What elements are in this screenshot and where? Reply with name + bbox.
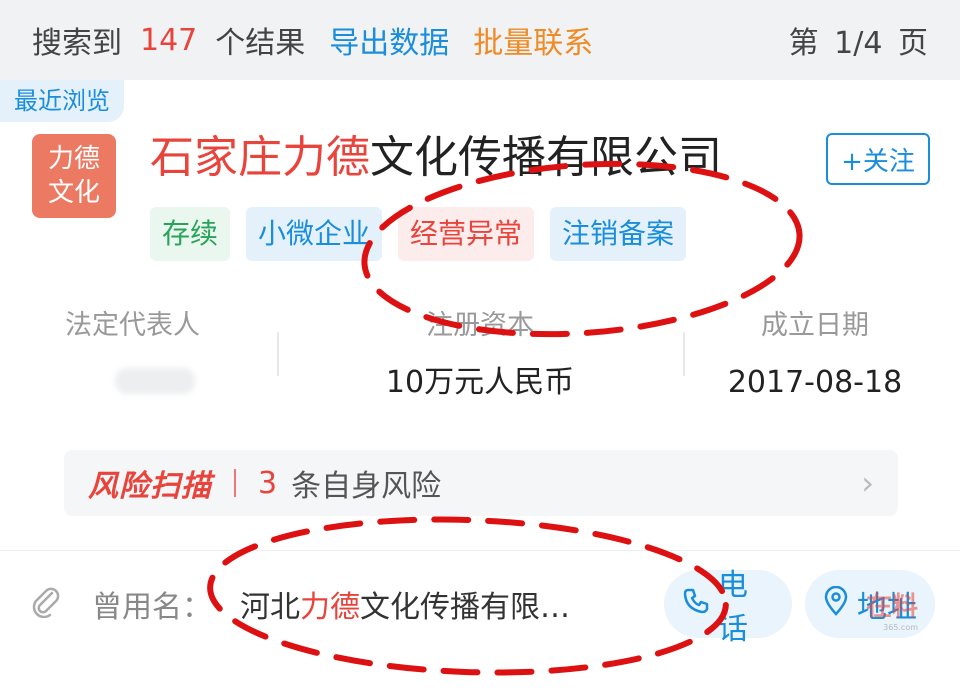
tag-deregistration: 注销备案 bbox=[550, 207, 687, 261]
legal-rep-value-blurred bbox=[65, 352, 225, 398]
tag-size: 小微企业 bbox=[246, 207, 383, 261]
paperclip-icon bbox=[30, 584, 60, 626]
risk-scan-row[interactable]: 风险扫描 3 条自身风险 › bbox=[64, 450, 898, 516]
watermark-text: 在料 bbox=[866, 592, 919, 622]
status-tags: 存续 小微企业 经营异常 注销备案 bbox=[150, 207, 687, 261]
risk-scan-logo: 风险扫描 bbox=[88, 469, 212, 504]
pagination-indicator: 第 1/4 页 bbox=[788, 26, 928, 61]
former-name-label: 曾用名： bbox=[92, 590, 212, 625]
watermark-sub: 365.com bbox=[883, 623, 919, 632]
founded-value: 2017-08-18 bbox=[727, 365, 903, 400]
company-name-highlight: 石家庄力德 bbox=[150, 132, 370, 183]
risk-separator bbox=[234, 469, 236, 497]
company-logo: 力德 文化 bbox=[32, 134, 116, 218]
batch-contact-link[interactable]: 批量联系 bbox=[473, 18, 593, 62]
founded-column: 成立日期 2017-08-18 bbox=[700, 300, 930, 414]
divider bbox=[0, 550, 960, 551]
risk-count: 3 bbox=[258, 465, 278, 501]
logo-line-1: 力德 bbox=[47, 144, 100, 174]
logo-line-2: 文化 bbox=[47, 178, 100, 208]
former-name-highlight: 力德 bbox=[300, 590, 360, 625]
result-count: 147 bbox=[140, 22, 198, 58]
recently-viewed-badge: 最近浏览 bbox=[0, 80, 124, 122]
capital-value: 10万元人民币 bbox=[385, 365, 575, 400]
capital-label: 注册资本 bbox=[426, 310, 534, 341]
found-suffix: 个结果 bbox=[215, 26, 306, 61]
former-name-row: 曾用名： 河北力德文化传播有限… 电话 地址 bbox=[0, 568, 960, 647]
phone-label: 电话 bbox=[718, 568, 748, 647]
capital-column: 注册资本 10万元人民币 bbox=[360, 300, 600, 414]
chevron-right-icon: › bbox=[861, 464, 874, 502]
divider bbox=[683, 332, 685, 376]
tag-status: 存续 bbox=[150, 207, 231, 261]
divider bbox=[277, 332, 279, 376]
former-name-value: 河北力德文化传播有限… bbox=[240, 582, 570, 626]
found-prefix: 搜索到 bbox=[32, 26, 122, 61]
legal-rep-column: 法定代表人 bbox=[65, 300, 225, 398]
follow-button[interactable]: +关注 bbox=[826, 133, 930, 185]
company-key-info: 法定代表人 注册资本 10万元人民币 成立日期 2017-08-18 bbox=[0, 300, 960, 430]
watermark: 在料 365.com bbox=[866, 586, 918, 632]
search-summary-bar: 搜索到 147 个结果 导出数据 批量联系 第 1/4 页 bbox=[0, 0, 960, 80]
former-name-prefix: 河北 bbox=[240, 590, 300, 625]
legal-rep-label: 法定代表人 bbox=[65, 310, 200, 341]
tag-abnormal: 经营异常 bbox=[398, 207, 535, 261]
company-name-rest: 文化传播有限公司 bbox=[370, 132, 722, 183]
location-pin-icon bbox=[823, 585, 849, 623]
risk-text: 条自身风险 bbox=[291, 469, 442, 504]
founded-label: 成立日期 bbox=[761, 310, 869, 341]
export-data-link[interactable]: 导出数据 bbox=[329, 18, 449, 62]
company-name[interactable]: 石家庄力德文化传播有限公司 bbox=[150, 130, 722, 186]
former-name-rest: 文化传播有限… bbox=[360, 590, 570, 625]
phone-icon bbox=[682, 587, 710, 622]
phone-button[interactable]: 电话 bbox=[664, 568, 792, 647]
